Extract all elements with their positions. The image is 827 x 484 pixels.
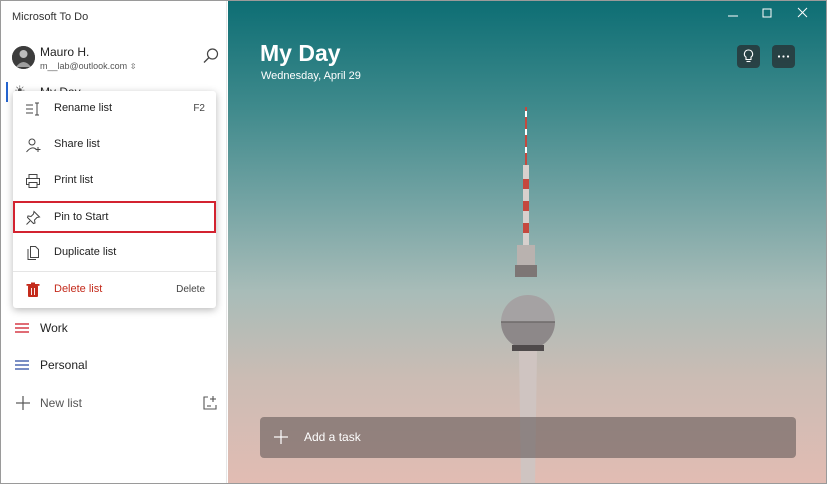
plus-icon — [15, 395, 31, 411]
rename-icon — [25, 101, 41, 117]
menu-item-label: Share list — [54, 138, 100, 150]
close-icon[interactable] — [788, 4, 818, 24]
chevron-updown-icon: ⇳ — [129, 62, 137, 71]
search-icon[interactable] — [202, 47, 220, 65]
share-person-icon — [25, 137, 41, 153]
maximize-icon[interactable] — [752, 4, 782, 24]
page-title: My Day — [260, 40, 341, 66]
duplicate-icon — [25, 245, 41, 261]
menu-item-label: Print list — [54, 174, 94, 186]
menu-item-label: Pin to Start — [54, 211, 109, 223]
menu-item-label: Duplicate list — [54, 246, 117, 258]
menu-item-shortcut: Delete — [176, 284, 205, 295]
add-task-placeholder: Add a task — [304, 430, 361, 444]
trash-icon — [25, 282, 41, 298]
plus-icon — [274, 430, 288, 444]
list-lines-icon — [15, 323, 29, 333]
main-panel: My Day Wednesday, April 29 Add a task — [228, 1, 826, 483]
window-controls — [718, 1, 826, 27]
pin-icon — [25, 210, 41, 226]
new-list-label: New list — [40, 396, 83, 410]
minimize-icon[interactable] — [718, 4, 748, 24]
printer-icon — [25, 173, 41, 189]
menu-item-pin-to-start[interactable]: Pin to Start — [13, 201, 216, 233]
list-lines-icon — [15, 360, 29, 370]
menu-item-shortcut: F2 — [193, 103, 205, 114]
menu-item-print-list[interactable]: Print list — [13, 163, 216, 199]
more-options-icon[interactable] — [772, 45, 795, 68]
page-date: Wednesday, April 29 — [261, 70, 361, 82]
sidebar-item-work[interactable]: Work — [1, 310, 227, 346]
menu-item-rename-list[interactable]: Rename list F2 — [13, 91, 216, 127]
sidebar-item-personal[interactable]: Personal — [1, 347, 227, 383]
sidebar-item-label: Personal — [40, 358, 88, 372]
new-group-icon[interactable] — [202, 395, 218, 411]
new-list-button[interactable]: New list — [1, 385, 227, 421]
sidebar-item-label: Work — [40, 321, 68, 335]
list-context-menu: Rename list F2 Share list Print list Pin… — [13, 91, 216, 308]
add-task-input[interactable]: Add a task — [260, 417, 796, 458]
menu-item-label: Delete list — [54, 283, 103, 295]
selected-indicator — [6, 82, 8, 102]
menu-item-label: Rename list — [54, 102, 113, 114]
menu-item-share-list[interactable]: Share list — [13, 127, 216, 163]
app-title: Microsoft To Do — [12, 11, 89, 23]
user-email: m__lab@outlook.com ⇳ — [40, 61, 137, 71]
menu-item-duplicate-list[interactable]: Duplicate list — [13, 235, 216, 271]
menu-item-delete-list[interactable]: Delete list Delete — [13, 272, 216, 308]
account-switcher[interactable]: Mauro H. m__lab@outlook.com ⇳ — [12, 44, 222, 72]
suggestions-lightbulb-icon[interactable] — [737, 45, 760, 68]
user-name: Mauro H. — [40, 45, 90, 59]
avatar — [12, 46, 35, 69]
app-window: Microsoft To Do Mauro H. m__lab@outlook.… — [0, 0, 827, 484]
